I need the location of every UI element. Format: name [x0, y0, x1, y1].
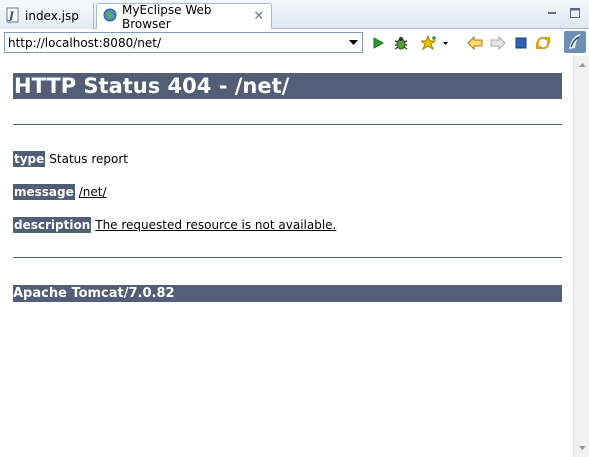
globe-icon: [103, 8, 117, 25]
row-label: type: [13, 151, 46, 167]
row-value: The requested resource is not available.: [95, 218, 337, 232]
maximize-icon[interactable]: [568, 6, 582, 20]
editor-tab-bar: J index.jsp MyEclipse Web Browser ✕: [0, 0, 589, 31]
scroll-down-icon[interactable]: [574, 441, 589, 455]
back-arrow-icon[interactable]: [466, 34, 484, 52]
favorites-star-icon[interactable]: [420, 34, 450, 52]
status-row-description: description The requested resource is no…: [13, 217, 336, 233]
row-label: description: [13, 217, 92, 233]
browser-toolbar: [0, 29, 589, 56]
close-tab-icon[interactable]: ✕: [253, 9, 265, 24]
row-value: /net/: [78, 185, 107, 199]
address-bar[interactable]: [4, 32, 363, 53]
scroll-up-icon[interactable]: [574, 58, 589, 72]
go-icon[interactable]: [369, 34, 387, 52]
debug-bug-icon[interactable]: [392, 34, 410, 52]
jsp-file-icon: J: [6, 7, 20, 26]
tab-index-jsp[interactable]: J index.jsp: [0, 3, 94, 29]
tab-label: index.jsp: [25, 9, 79, 23]
forward-arrow-icon[interactable]: [489, 34, 507, 52]
divider: [13, 124, 562, 125]
tab-label: MyEclipse Web Browser: [122, 2, 212, 31]
url-input[interactable]: [5, 33, 345, 52]
minimize-icon[interactable]: [545, 6, 559, 20]
browser-viewport: HTTP Status 404 - /net/ type Status repo…: [0, 56, 573, 457]
status-row-message: message /net/: [13, 184, 107, 200]
row-label: message: [13, 184, 75, 200]
myeclipse-logo-icon[interactable]: [563, 31, 587, 53]
row-value: Status report: [49, 152, 128, 166]
vertical-scrollbar[interactable]: [573, 56, 589, 457]
page-title: HTTP Status 404 - /net/: [13, 73, 562, 99]
divider: [13, 257, 562, 258]
stop-icon[interactable]: [512, 34, 530, 52]
tab-web-browser[interactable]: MyEclipse Web Browser ✕: [96, 2, 272, 31]
url-history-dropdown-icon[interactable]: [345, 33, 361, 52]
server-footer: Apache Tomcat/7.0.82: [13, 285, 562, 302]
refresh-icon[interactable]: [534, 34, 552, 52]
status-row-type: type Status report: [13, 151, 128, 167]
